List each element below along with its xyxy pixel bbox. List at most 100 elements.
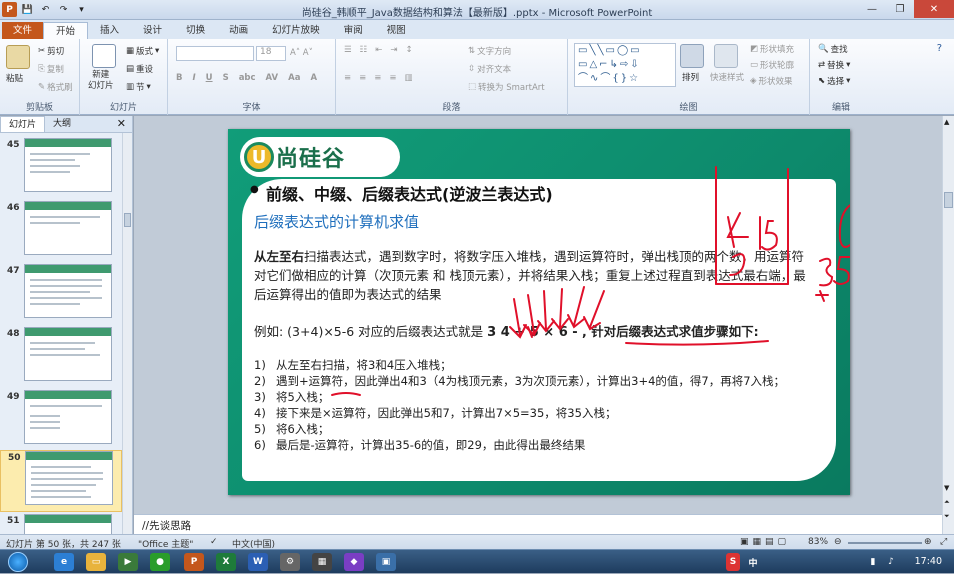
shadow-icon[interactable]: S [223,73,229,83]
quick-styles-button[interactable]: 快速样式 [710,71,744,83]
tab-view[interactable]: 视图 [375,22,418,39]
spacing-icon[interactable]: AV [266,73,279,83]
scroll-thumb[interactable] [124,213,131,227]
align-center-icon[interactable]: ≡ [359,73,366,83]
quick-styles-icon[interactable] [714,44,738,68]
media-icon[interactable]: ▶ [118,553,138,571]
tab-insert[interactable]: 插入 [88,22,131,39]
editor-icon[interactable]: ◆ [344,553,364,571]
font-name-field[interactable] [176,46,254,61]
cut-button[interactable]: ✂ 剪切 [38,45,64,57]
align-right-icon[interactable]: ≡ [374,73,381,83]
slide-thumbnail[interactable]: 48 [0,327,122,389]
screen-icon[interactable]: ▣ [376,553,396,571]
tab-design[interactable]: 设计 [131,22,174,39]
settings-icon[interactable]: ⚙ [280,553,300,571]
tray-ime-icon[interactable]: 中 [746,553,760,571]
chrome-icon[interactable]: ● [150,553,170,571]
font-size-field[interactable]: 18 [256,46,286,61]
font-color-icon[interactable]: A [310,73,317,83]
tab-file[interactable]: 文件 [2,22,44,39]
format-painter-button[interactable]: ✎ 格式刷 [38,81,73,93]
excel-icon[interactable]: X [216,553,236,571]
tray-antivirus-icon[interactable]: S [726,553,740,571]
tab-outline-panel[interactable]: 大纲 [45,116,79,132]
ie-icon[interactable]: e [54,553,74,571]
slide-thumbnail[interactable]: 49 [0,390,122,452]
slide-title[interactable]: 前缀、中缀、后缀表达式(逆波兰表达式) [250,181,553,205]
zoom-slider[interactable] [848,542,922,544]
tab-transitions[interactable]: 切换 [174,22,217,39]
previous-slide-icon[interactable]: ⏶ [944,498,950,507]
arrange-icon[interactable] [680,44,704,68]
section-button[interactable]: ▥ 节 ▾ [126,81,151,93]
copy-button[interactable]: ⎘ 复制 [38,63,64,75]
scroll-down-icon[interactable]: ▼ [944,484,949,492]
shape-outline-button[interactable]: ▭ 形状轮廓 [750,59,794,71]
notes-pane[interactable]: //先谈思路 [134,514,942,534]
italic-icon[interactable]: I [192,73,195,83]
new-slide-button[interactable]: 新建 幻灯片 [88,70,114,92]
slide-thumbnail[interactable]: 45 [0,138,122,200]
word-icon[interactable]: W [248,553,268,571]
strikethrough-icon[interactable]: abc [239,73,256,83]
shape-fill-button[interactable]: ◩ 形状填充 [750,43,794,55]
find-button[interactable]: 🔍 查找 [818,43,848,55]
slide-description[interactable]: 从左至右扫描表达式，遇到数字时，将数字压入堆栈，遇到运算符时，弹出栈顶的两个数，… [254,247,814,304]
thumbnail-scrollbar[interactable] [122,133,132,534]
slide-thumbnail[interactable]: 51 [0,514,122,534]
outdent-icon[interactable]: ⇥ [390,45,397,55]
paste-button[interactable]: 粘贴 [6,72,23,84]
align-text-button[interactable]: ⇳ 对齐文本 [468,63,511,75]
text-direction-button[interactable]: ⇅ 文字方向 [468,45,511,57]
smartart-button[interactable]: ⬚ 转换为 SmartArt [468,81,545,93]
zoom-out-icon[interactable]: ⊖ [834,537,842,547]
help-icon[interactable]: ? [937,43,942,54]
case-icon[interactable]: Aa [288,73,300,83]
slide-subtitle[interactable]: 后缀表达式的计算机求值 [254,211,419,232]
bold-icon[interactable]: B [176,73,182,83]
powerpoint-taskbar-icon[interactable]: P [184,553,204,571]
slide-example[interactable]: 例如: (3+4)×5-6 对应的后缀表达式就是 3 4 + 5 × 6 - ,… [254,321,834,340]
select-button[interactable]: ⬉ 选择 ▾ [818,75,850,87]
reset-button[interactable]: ▤ 重设 [126,63,153,75]
scroll-up-icon[interactable]: ▲ [944,118,949,126]
underline-icon[interactable]: U [206,73,213,83]
scroll-thumb[interactable] [944,192,953,208]
grow-font-icon[interactable]: A˄ A˅ [290,48,313,58]
fit-slide-icon[interactable]: ⤢ [940,537,947,547]
paste-icon[interactable] [6,45,30,69]
close-icon[interactable]: ✕ [914,0,954,18]
current-slide[interactable]: U 尚硅谷 前缀、中缀、后缀表达式(逆波兰表达式) 后缀表达式的计算机求值 从左… [228,129,850,495]
zoom-in-icon[interactable]: ⊕ [924,537,932,547]
maximize-icon[interactable]: ❐ [886,0,914,18]
tab-slides-panel[interactable]: 幻灯片 [0,116,46,132]
view-buttons[interactable]: ▣▦▤▢ [740,537,790,547]
minimize-icon[interactable]: — [858,0,886,18]
indent-icon[interactable]: ⇤ [375,45,382,55]
tab-home[interactable]: 开始 [43,22,89,39]
slide-thumbnail-selected[interactable]: 50 [0,450,122,512]
line-spacing-icon[interactable]: ↕ [406,45,413,55]
arrange-button[interactable]: 排列 [682,71,699,83]
shape-effects-button[interactable]: ◈ 形状效果 [750,75,793,87]
tab-animations[interactable]: 动画 [217,22,260,39]
tab-slideshow[interactable]: 幻灯片放映 [260,22,332,39]
app-icon[interactable]: ▦ [312,553,332,571]
folder-icon[interactable]: ▭ [86,553,106,571]
new-slide-icon[interactable] [92,44,116,68]
replace-button[interactable]: ⇄ 替换 ▾ [818,59,850,71]
editor-scrollbar[interactable]: ▲ ▼ ⏶ ⏷ [942,116,954,534]
numbering-icon[interactable]: ☷ [360,45,368,55]
close-panel-icon[interactable]: ✕ [117,117,126,130]
bullets-icon[interactable]: ☰ [344,45,352,55]
justify-icon[interactable]: ≡ [389,73,396,83]
zoom-level[interactable]: 83% [808,537,828,547]
spellcheck-icon[interactable]: ✓ [210,537,218,547]
tray-network-icon[interactable]: ▮ [866,553,880,571]
align-left-icon[interactable]: ≡ [344,73,351,83]
columns-icon[interactable]: ▥ [405,73,413,83]
tab-review[interactable]: 审阅 [332,22,375,39]
start-button[interactable] [4,550,32,574]
slide-thumbnail[interactable]: 47 [0,264,122,326]
